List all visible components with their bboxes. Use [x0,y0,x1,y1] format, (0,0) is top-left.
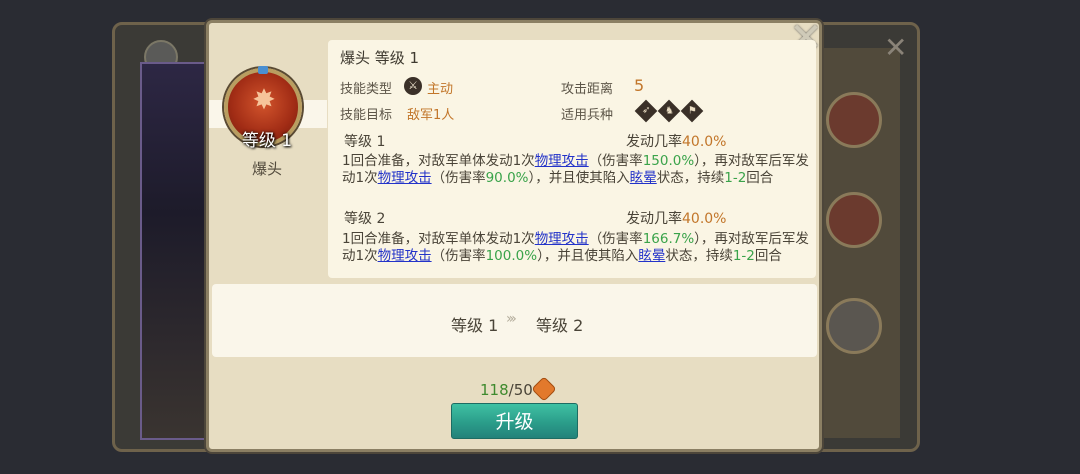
skill-target-value: 敌军1人 [407,108,455,123]
background-skill-icon [826,92,882,148]
upgrade-to-level: 等级 2 [536,316,584,335]
skill-title: 爆头 等级 1 [340,49,420,67]
background-skill-icon [826,298,882,354]
skill-name-label: 爆头 [251,160,282,178]
cavalry-unit-icon: ♞ [657,99,681,123]
stun-link[interactable]: 眩晕 [630,170,657,186]
physical-attack-link[interactable]: 物理攻击 [378,170,432,186]
upgrade-button[interactable]: 升级 [451,403,578,439]
level-1-description: 1回合准备，对敌军单体发动1次物理攻击（伤害率150.0%），再对敌军后军发动1… [342,153,809,186]
upgrade-preview-panel [212,284,817,357]
upgrade-cost: 118/50 [480,381,533,399]
background-close-icon: ✕ [884,31,908,64]
skill-type-label: 技能类型 [340,82,393,97]
chevron-right-icon: ››› [506,311,517,327]
skill-target-label: 技能目标 [340,108,393,123]
unit-types-label: 适用兵种 [561,108,614,123]
level-2-header: 等级 2 [344,211,386,227]
level-1-rate: 发动几率40.0% [626,134,727,150]
background-skill-icon [826,192,882,248]
skill-type-value: 主动 [427,82,454,97]
emblem-level-label: 等级 1 [241,131,293,151]
burst-icon: ✸ [252,83,276,116]
attack-range-value: 5 [634,76,645,95]
stun-link[interactable]: 眩晕 [638,248,665,264]
archer-unit-icon: ➶ [634,99,658,123]
physical-attack-link[interactable]: 物理攻击 [535,231,589,247]
physical-attack-link[interactable]: 物理攻击 [535,153,589,169]
level-2-rate: 发动几率40.0% [626,211,727,227]
physical-attack-link[interactable]: 物理攻击 [378,248,432,264]
gem-icon [258,66,268,74]
skill-info-panel[interactable]: 爆头 等级 1 技能类型 ⚔ 主动 攻击距离 5 技能目标 敌军1人 适用兵种 … [328,40,816,278]
level-2-description: 1回合准备，对敌军单体发动1次物理攻击（伤害率166.7%），再对敌军后军发动1… [342,231,809,264]
level-1-header: 等级 1 [344,134,386,150]
active-skill-icon: ⚔ [404,77,422,95]
upgrade-from-level: 等级 1 [451,316,499,335]
attack-range-label: 攻击距离 [561,82,614,97]
infantry-unit-icon: ⚑ [680,99,704,123]
